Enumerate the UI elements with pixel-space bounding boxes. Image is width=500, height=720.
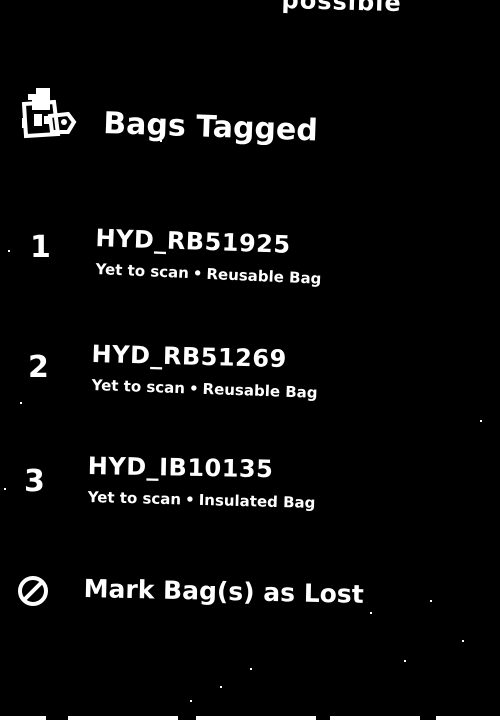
bottom-edge-bar [0,714,500,720]
bag-status: Yet to scan [91,376,186,398]
noise-speck [160,140,162,142]
bag-status-line: Yet to scan • Insulated Bag [88,488,316,512]
bag-type: Reusable Bag [202,379,318,402]
mark-bags-lost-label: Mark Bag(s) as Lost [83,574,365,609]
bag-status: Yet to scan [87,488,182,509]
bag-list-item[interactable]: 2 HYD_RB51269 Yet to scan • Reusable Bag [0,330,480,420]
noise-speck [250,668,252,670]
bags-tagged-header: Bags Tagged [12,84,482,154]
noise-speck [8,250,10,252]
noise-speck [462,640,464,642]
bag-status: Yet to scan [95,260,190,283]
item-number: 2 [28,350,49,385]
section-title: Bags Tagged [102,106,319,149]
bag-id: HYD_IB10135 [87,452,274,484]
noise-speck [190,700,192,702]
separator-dot: • [192,264,203,283]
bag-type: Insulated Bag [198,490,316,512]
bag-id: HYD_RB51925 [95,224,292,259]
noise-speck [220,686,222,688]
item-number: 3 [24,464,45,499]
bag-status-line: Yet to scan • Reusable Bag [95,260,322,288]
bag-tag-icon [21,88,77,139]
noise-speck [480,420,482,422]
noise-speck [4,488,6,490]
bag-tagging-screen: possible Bags Tagged 1 HYD_RB51925 Yet t… [0,0,500,720]
noise-speck [404,660,406,662]
bag-list-item[interactable]: 3 HYD_IB10135 Yet to scan • Insulated Bag [0,444,480,534]
bag-list-item[interactable]: 1 HYD_RB51925 Yet to scan • Reusable Bag [0,214,480,304]
noise-speck [430,600,432,602]
prohibited-icon [18,576,48,606]
top-cutoff-text: possible [281,0,403,18]
noise-speck [20,402,22,404]
noise-speck [370,612,372,614]
separator-dot: • [184,490,195,509]
mark-bags-lost-button[interactable]: Mark Bag(s) as Lost [14,568,484,616]
separator-dot: • [188,379,199,398]
bag-id: HYD_RB51269 [91,340,288,374]
item-number: 1 [30,230,51,265]
bag-status-line: Yet to scan • Reusable Bag [91,376,317,402]
bag-type: Reusable Bag [206,264,322,288]
